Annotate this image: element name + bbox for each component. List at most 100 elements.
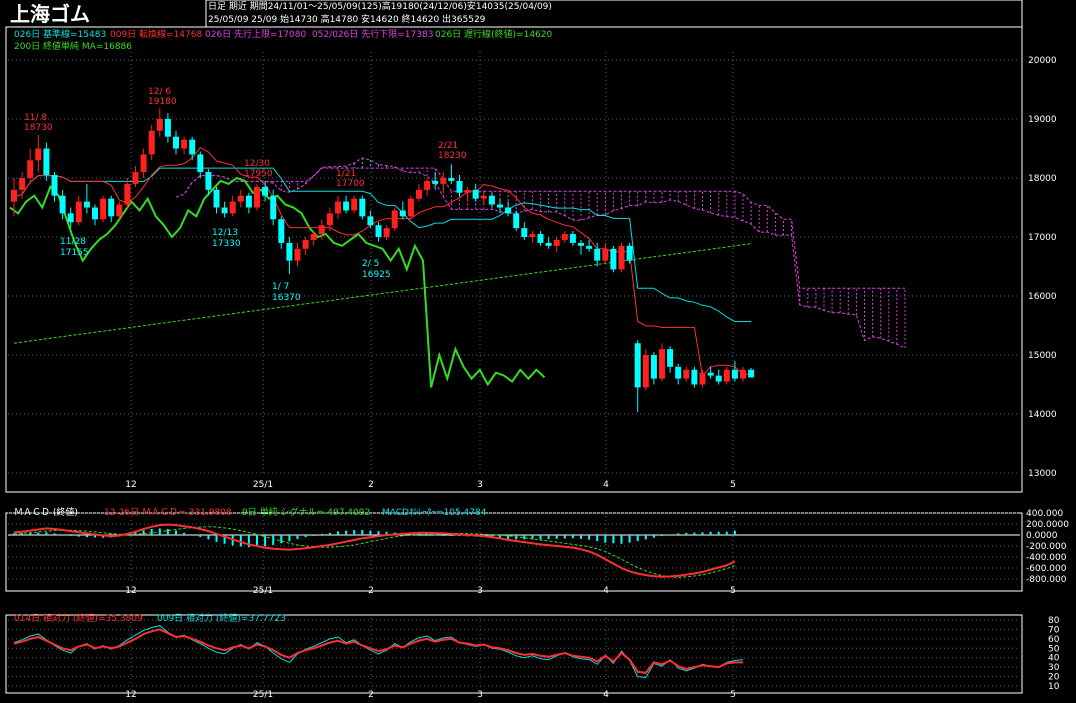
rsi-legend-14: 014日 相対力 (終値)=35.3809 (14, 614, 143, 624)
osc-bar (555, 535, 558, 539)
price-annotation: 16370 (272, 293, 301, 303)
candle-body (626, 245, 633, 261)
x-tick-label-main: 3 (477, 480, 483, 490)
latest-quote: 25/05/09 25/09 始14730 高14780 安14620 終146… (208, 15, 486, 25)
candle-body (132, 172, 139, 184)
candle-body (407, 198, 414, 217)
legend-senkou1: 026日 先行上限=17080 (205, 30, 307, 40)
macd-title: ＭＡＣＤ (終値) (14, 508, 78, 518)
osc-bar (215, 535, 218, 542)
candle-body (318, 225, 325, 235)
candle-body (181, 139, 188, 149)
price-annotation: 12/13 (212, 228, 238, 238)
candle-body (156, 119, 163, 131)
candle-body (11, 189, 17, 202)
x-tick-label-main: 5 (730, 480, 736, 490)
osc-bar (288, 535, 291, 542)
price-annotation: 12/30 (244, 159, 270, 169)
candle-body (602, 248, 609, 261)
candle-body (432, 180, 439, 184)
candle-body (148, 130, 155, 155)
candle-body (699, 372, 706, 385)
y-tick-label-macd: -400.000 (1026, 553, 1067, 563)
candle-body (561, 234, 568, 240)
candle-body (472, 189, 479, 199)
candle-body (416, 189, 422, 199)
candle-body (100, 198, 107, 220)
legend-kijun: 026日 基準線=15483 (14, 30, 107, 40)
osc-bar (523, 535, 526, 540)
osc-bar (580, 535, 582, 539)
price-annotation: 12/ 6 (148, 87, 171, 97)
osc-bar (150, 528, 153, 535)
y-tick-label-macd: -200.000 (1026, 542, 1067, 552)
candle-body (383, 228, 390, 237)
osc-bar (717, 531, 720, 535)
price-annotation: 2/ 5 (362, 259, 379, 269)
candle-body (521, 228, 528, 237)
y-tick-label-main: 16000 (1028, 292, 1057, 302)
candle-body (642, 355, 649, 388)
candle-body (108, 198, 115, 217)
osc-bar (353, 530, 356, 535)
candle-body (367, 216, 374, 226)
candle-body (35, 148, 42, 161)
candle-body (545, 242, 552, 246)
candle-body (140, 154, 147, 173)
osc-bar (280, 535, 283, 544)
candle-body (659, 349, 665, 379)
price-annotation: 17700 (336, 179, 365, 189)
osc-bar (661, 535, 663, 537)
osc-bar (183, 532, 186, 535)
osc-bar (312, 535, 315, 536)
price-annotation: 19180 (148, 97, 177, 107)
candle-body (683, 369, 690, 379)
x-tick-label-rsi: 2 (368, 690, 374, 700)
candle-body (351, 198, 358, 211)
y-tick-label-main: 14000 (1028, 410, 1057, 420)
price-annotation: 17950 (244, 169, 273, 179)
candle-body (610, 248, 617, 270)
candle-body (634, 343, 641, 388)
osc-bar (53, 533, 56, 535)
legend-senkou2: 052/026日 先行下限=17383 (312, 30, 434, 40)
candle-body (335, 201, 341, 214)
y-tick-label-main: 17000 (1028, 233, 1057, 243)
candle-body (464, 189, 471, 193)
osc-bar (604, 535, 607, 543)
osc-bar (328, 532, 331, 535)
osc-bar (207, 535, 210, 540)
osc-bar (693, 532, 696, 535)
candle-body (707, 372, 714, 376)
candle-body (578, 242, 584, 246)
ma200-line (13, 243, 752, 344)
x-tick-label-main: 25/1 (253, 480, 273, 490)
candle-body (594, 248, 601, 261)
period-info: 日足 期近 期間24/11/01～25/05/09(125)高19180(24/… (208, 2, 552, 12)
y-tick-label-main: 15000 (1028, 351, 1057, 361)
candle-body (173, 136, 179, 149)
osc-bar (434, 534, 437, 536)
y-tick-label-main: 18000 (1028, 174, 1057, 184)
candle-body (586, 245, 593, 249)
osc-bar (272, 535, 275, 545)
candle-body (391, 210, 398, 229)
candle-body (537, 234, 544, 243)
candle-body (294, 248, 301, 261)
y-tick-label-macd: -800.000 (1026, 575, 1067, 585)
osc-bar (563, 535, 566, 539)
osc-bar (628, 535, 631, 543)
rsi-legend-9: 009日 相対力 (終値)=37.7723 (157, 614, 286, 624)
osc-bar (669, 534, 672, 536)
macd-legend-signal: 9日 単純 シグナル=-497.4092 (242, 508, 371, 518)
osc-bar (596, 535, 599, 542)
osc-bar (199, 535, 202, 537)
x-tick-label-main: 2 (368, 480, 374, 490)
price-annotation: 16925 (362, 270, 391, 280)
price-annotation: 11/28 (60, 237, 86, 247)
candle-body (270, 195, 277, 220)
price-annotation: 11/ 8 (24, 113, 47, 123)
candle-body (513, 213, 520, 229)
candle-body (480, 195, 487, 199)
x-tick-label-rsi: 25/1 (253, 690, 273, 700)
